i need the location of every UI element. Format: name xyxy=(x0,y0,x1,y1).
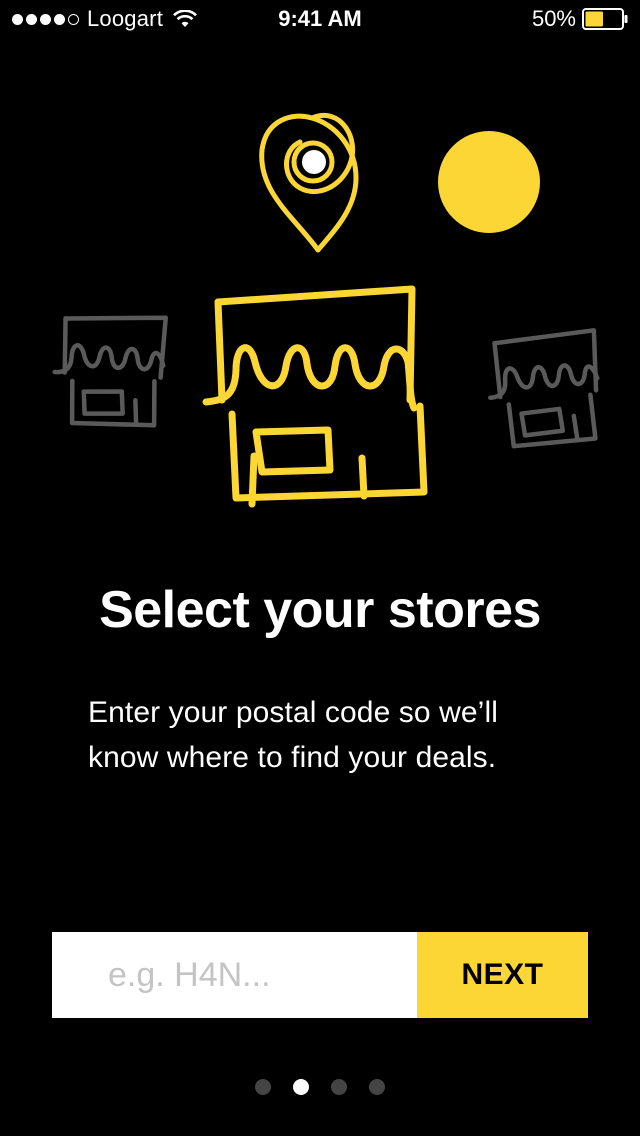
page-dot[interactable] xyxy=(331,1079,347,1095)
map-pin-icon xyxy=(259,113,359,253)
postal-code-input[interactable] xyxy=(52,932,417,1018)
store-icon-muted xyxy=(52,315,168,428)
pagination-dots xyxy=(0,1079,640,1095)
page-dot-active[interactable] xyxy=(293,1079,309,1095)
page-description: Enter your postal code so we’ll know whe… xyxy=(88,696,498,774)
postal-code-form: NEXT xyxy=(52,932,588,1018)
next-button[interactable]: NEXT xyxy=(417,932,588,1018)
battery-fill xyxy=(585,11,603,27)
page-title: Select your stores xyxy=(99,581,541,639)
battery-icon xyxy=(582,8,628,30)
store-icon-muted xyxy=(488,328,600,449)
page-dot[interactable] xyxy=(255,1079,271,1095)
status-bar: Loogart 9:41 AM 50% xyxy=(0,0,640,40)
sun-icon xyxy=(438,131,540,233)
page-dot[interactable] xyxy=(369,1079,385,1095)
status-right: 50% xyxy=(532,6,628,32)
store-icon xyxy=(202,285,428,508)
store-illustration xyxy=(52,113,600,508)
battery-percentage: 50% xyxy=(531,6,576,31)
